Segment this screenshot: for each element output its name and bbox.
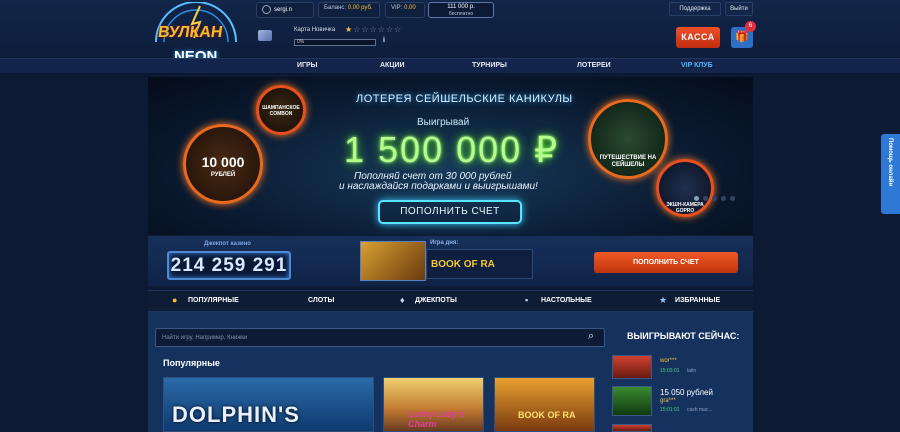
game-tile[interactable]: DOLPHIN'S: [163, 377, 374, 432]
balance-value: 0.00 руб.: [347, 5, 373, 11]
logo-text: ВУЛКАН: [156, 24, 224, 41]
card-progress: 0%: [294, 39, 376, 46]
prize-champagne: ШАМПАНСКОЕ COMBON: [256, 85, 306, 135]
game-tile-title: Lucky Lady's Charm: [408, 409, 465, 429]
prize-trip-label: ПУТЕШЕСТВИЕ НА СЕЙШЕЛЫ: [599, 155, 657, 168]
slide-dot[interactable]: [703, 196, 708, 201]
nav-promotions[interactable]: АКЦИИ: [380, 62, 405, 69]
vip-label: VIP:: [391, 5, 403, 11]
prize-champagne-label: ШАМПАНСКОЕ COMBON: [262, 105, 300, 117]
search-icon[interactable]: ⌕: [588, 330, 594, 343]
winner-row[interactable]: 15 050 рублей gra*** 15:01:01 cash mac..…: [612, 384, 753, 418]
winner-name: wor***: [660, 358, 677, 364]
prize-cash: 10 000 РУБЛЕЙ: [183, 124, 263, 204]
prize-trip: ПУТЕШЕСТВИЕ НА СЕЙШЕЛЫ: [588, 99, 668, 179]
username: sergi.n: [274, 7, 293, 14]
vip-balance: VIP: 0.00: [385, 2, 425, 18]
card-label: Карта Новичка: [294, 27, 336, 33]
nav-lotteries[interactable]: ЛОТЕРЕИ: [577, 62, 611, 69]
deposit-button[interactable]: ПОПОЛНИТЬ СЧЕТ: [594, 252, 738, 273]
tab-table-games[interactable]: НАСТОЛЬНЫЕ: [541, 297, 592, 304]
winner-time: 15:03:01: [660, 368, 680, 374]
jackpot-value: 214 259 291: [167, 251, 291, 280]
section-title: Популярные: [163, 358, 220, 368]
info-icon[interactable]: i: [383, 37, 385, 44]
slide-dot[interactable]: [721, 196, 726, 201]
winner-game: cash mac...: [687, 407, 713, 413]
banner-amount: 1 500 000 ₽: [344, 129, 560, 170]
banner-title: ЛОТЕРЕЯ СЕЙШЕЛЬСКИЕ КАНИКУЛЫ: [356, 93, 573, 105]
winner-game-thumbnail: [612, 386, 652, 416]
tab-popular[interactable]: ПОПУЛЯРНЫЕ: [188, 297, 239, 304]
prize-cash-amount: 10 000: [201, 154, 245, 170]
tab-slots[interactable]: СЛОТЫ: [308, 297, 334, 304]
user-profile[interactable]: sergi.n: [256, 2, 314, 18]
logout-button[interactable]: Выйти: [725, 2, 753, 16]
nav-tournaments[interactable]: ТУРНИРЫ: [472, 62, 507, 69]
winner-game-thumbnail: [612, 424, 652, 432]
bonus-amount: 111 000 р.: [447, 4, 475, 10]
level-stars: ★☆☆☆☆☆☆: [345, 25, 403, 34]
star-icon: ★: [345, 25, 354, 34]
winner-name: gra***: [660, 398, 676, 404]
game-of-day-name[interactable]: BOOK OF RA: [426, 249, 533, 279]
balance-label: Баланс:: [324, 5, 347, 11]
winner-game-thumbnail: [612, 355, 652, 379]
banner-line2: и наслаждайся подарками и выигрышами!: [339, 181, 538, 192]
gift-count-badge: 6: [745, 21, 756, 32]
jackpot-label: Джекпот казино: [204, 241, 251, 247]
winner-game: latin: [687, 368, 697, 374]
winner-amount: 15 050 рублей: [660, 388, 713, 397]
slide-dot[interactable]: [712, 196, 717, 201]
gift-box-icon: 🎁: [735, 31, 749, 43]
prize-cash-unit: РУБЛЕЙ: [210, 172, 236, 178]
bonus-sub: бесплатно: [448, 11, 474, 17]
search-input[interactable]: Найти игру. Например, Книжки: [155, 328, 605, 347]
game-of-day-label: Игра дня:: [430, 240, 459, 246]
help-online-label: Помощь онлайн: [887, 138, 893, 187]
tab-favorites[interactable]: ИЗБРАННЫЕ: [675, 297, 720, 304]
balance: Баланс: 0.00 руб.: [318, 2, 380, 18]
game-tile-title: BOOK OF RA: [518, 410, 576, 420]
bell-icon: ♦: [400, 295, 405, 305]
banner-deposit-button[interactable]: ПОПОЛНИТЬ СЧЕТ: [378, 200, 522, 224]
promo-banner[interactable]: ШАМПАНСКОЕ COMBON 10 000 РУБЛЕЙ ПУТЕШЕСТ…: [148, 77, 753, 235]
cards-icon: ▪: [525, 295, 529, 305]
star-icon: ★: [659, 295, 668, 305]
game-tile[interactable]: Lucky Lady's Charm: [383, 377, 484, 432]
banner-win-label: Выигрывай: [417, 117, 470, 128]
winner-time: 15:01:01: [660, 407, 680, 413]
game-tile-title: DOLPHIN'S: [172, 402, 300, 427]
gift-icon[interactable]: [258, 30, 272, 41]
winners-title: ВЫИГРЫВАЮТ СЕЙЧАС:: [627, 331, 740, 341]
bonus-button[interactable]: 111 000 р. бесплатно: [428, 2, 494, 18]
main-nav: ИГРЫ АКЦИИ ТУРНИРЫ ЛОТЕРЕИ VIP КЛУБ: [0, 58, 900, 74]
nav-games[interactable]: ИГРЫ: [297, 62, 318, 69]
winner-row[interactable]: wor*** 15:03:01 latin: [612, 355, 753, 381]
category-tabs: ● ПОПУЛЯРНЫЕ СЛОТЫ ♦ ДЖЕКПОТЫ ▪ НАСТОЛЬН…: [148, 290, 753, 312]
tab-jackpots[interactable]: ДЖЕКПОТЫ: [415, 297, 457, 304]
slide-dot[interactable]: [694, 196, 699, 201]
avatar-icon: [262, 5, 271, 14]
banner-pagination: [694, 188, 739, 206]
nav-vip-club[interactable]: VIP КЛУБ: [681, 62, 713, 69]
kassa-button[interactable]: КАССА: [676, 27, 720, 48]
slide-dot[interactable]: [730, 196, 735, 201]
winner-row[interactable]: [612, 424, 753, 432]
help-online-tab[interactable]: Помощь онлайн: [881, 134, 900, 214]
game-tile[interactable]: BOOK OF RA: [494, 377, 595, 432]
vip-value: 0.00: [404, 5, 416, 11]
support-button[interactable]: Поддержка: [669, 2, 721, 16]
game-of-day-thumbnail[interactable]: [360, 241, 426, 281]
popular-icon: ●: [172, 295, 178, 305]
